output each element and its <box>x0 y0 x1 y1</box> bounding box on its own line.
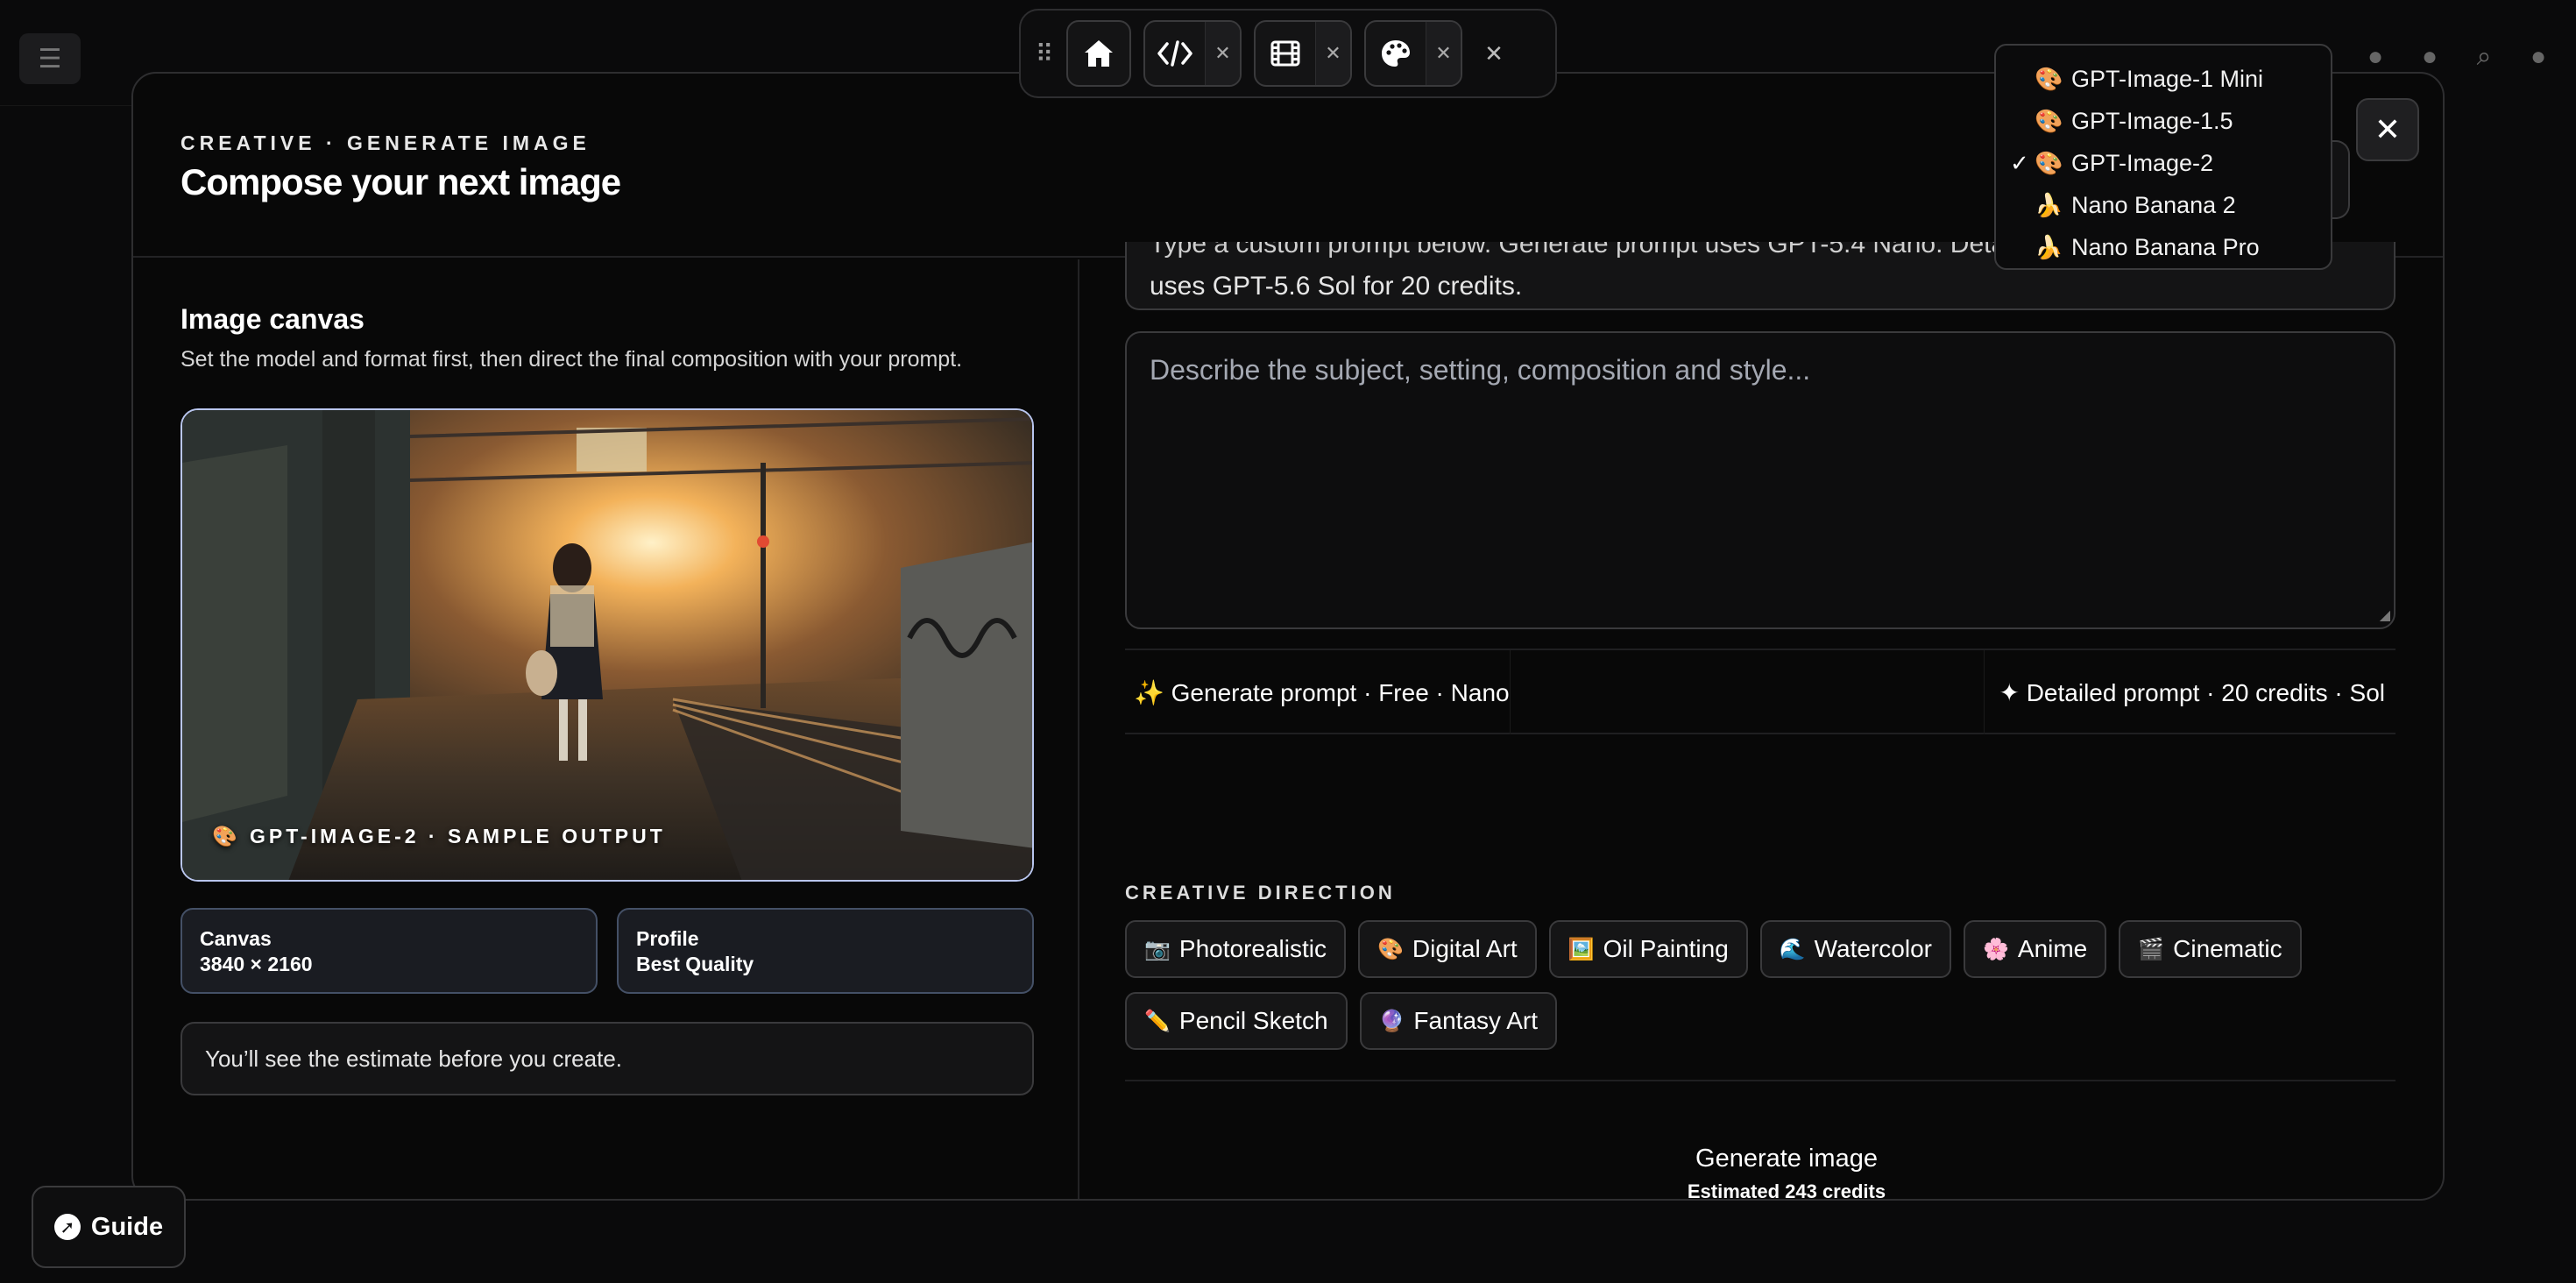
model-option-label: Nano Banana 2 <box>2071 191 2236 218</box>
style-label: Anime <box>2017 935 2088 962</box>
style-cinematic-button[interactable]: 🎬 Cinematic <box>2119 920 2302 978</box>
tab-code[interactable]: ✕ <box>1143 20 1242 87</box>
model-option-selected[interactable]: ✓ 🎨 GPT-Image-2 <box>1996 142 2331 184</box>
film-icon[interactable] <box>1256 22 1315 85</box>
close-icon[interactable]: ✕ <box>1315 22 1350 85</box>
preview-caption: 🎨 GPT-IMAGE-2 · SAMPLE OUTPUT <box>212 825 666 847</box>
style-digital-art-button[interactable]: 🎨 Digital Art <box>1357 920 1537 978</box>
tab-video[interactable]: ✕ <box>1254 20 1352 87</box>
banana-icon: 🍌 <box>2035 233 2063 260</box>
estimated-credits: Estimated 243 credits <box>1687 1180 1886 1201</box>
style-fantasy-art-button[interactable]: 🔮 Fantasy Art <box>1359 992 1558 1050</box>
prompt-placeholder: Describe the subject, setting, compositi… <box>1150 354 1811 386</box>
modal-title: Compose your next image <box>180 161 621 202</box>
style-label: Oil Painting <box>1603 935 1729 962</box>
model-option-label: GPT-Image-1.5 <box>2071 107 2233 134</box>
model-option[interactable]: 🎨 GPT-Image-1.5 <box>1996 100 2331 142</box>
prompt-actions: ✨ Generate prompt · Free · Nano ✦ Detail… <box>1125 649 2396 734</box>
palette-icon: 🎨 <box>1376 937 1404 961</box>
style-anime-button[interactable]: 🌸 Anime <box>1964 920 2107 978</box>
style-label: Digital Art <box>1412 935 1518 962</box>
mic-icon[interactable]: ● <box>2411 39 2448 75</box>
model-option[interactable]: 🎨 GPT-Image-1 Mini <box>1996 58 2331 100</box>
close-icon: ✕ <box>2374 111 2402 147</box>
generate-prompt-button[interactable]: ✨ Generate prompt · Free · Nano <box>1125 650 1511 734</box>
palette-icon: 🎨 <box>2035 65 2063 92</box>
style-label: Watercolor <box>1814 935 1932 962</box>
profile-card[interactable]: Profile Best Quality <box>617 908 1034 994</box>
code-icon[interactable] <box>1145 22 1205 85</box>
guide-label: Guide <box>90 1212 164 1241</box>
canvas-label: Canvas <box>200 927 272 950</box>
model-option[interactable]: 🍌 Nano Banana Pro <box>1996 226 2331 268</box>
menu-icon[interactable]: ☰ <box>19 33 81 84</box>
style-oil-painting-button[interactable]: 🖼️ Oil Painting <box>1548 920 1748 978</box>
tab-toolbar: ⠿ ✕ ✕ ✕ ✕ <box>1019 9 1557 98</box>
creative-direction-label: CREATIVE DIRECTION <box>1125 882 1396 904</box>
banana-icon: 🍌 <box>2035 191 2063 218</box>
palette-icon[interactable] <box>1366 22 1426 85</box>
home-icon[interactable] <box>1068 22 1129 85</box>
crystal-ball-icon: 🔮 <box>1378 1009 1405 1033</box>
top-icons: ● ● ⌕ ● <box>2357 39 2557 75</box>
profile-label: Profile <box>636 927 699 950</box>
detailed-prompt-button[interactable]: ✦ Detailed prompt · 20 credits · Sol <box>1984 650 2396 734</box>
generate-image-button[interactable]: Generate image Estimated 243 credits <box>1537 1145 2036 1201</box>
guide-button[interactable]: ➚ Guide <box>32 1186 186 1268</box>
search-icon[interactable]: ⌕ <box>2466 39 2502 75</box>
background-composer <box>759 1192 1819 1283</box>
section-divider <box>1125 1080 2396 1081</box>
canvas-size-card[interactable]: Canvas 3840 × 2160 <box>180 908 598 994</box>
pencil-icon: ✏️ <box>1144 1009 1171 1033</box>
style-chips-row-2: ✏️ Pencil Sketch 🔮 Fantasy Art <box>1125 992 1558 1050</box>
style-label: Fantasy Art <box>1413 1007 1539 1034</box>
prompt-panel: Type a custom prompt below. Generate pro… <box>1081 242 2443 1201</box>
model-option[interactable]: 🍌 Nano Banana 2 <box>1996 184 2331 226</box>
camera-icon: 📷 <box>1144 937 1171 961</box>
style-pencil-sketch-button[interactable]: ✏️ Pencil Sketch <box>1125 992 1348 1050</box>
prompt-info-line1: Type a custom prompt below. Generate pro… <box>1150 242 2136 259</box>
clapper-icon: 🎬 <box>2138 937 2165 961</box>
model-option-label: GPT-Image-2 <box>2071 149 2214 176</box>
canvas-subtitle: Set the model and format first, then dir… <box>180 347 963 372</box>
sample-output-preview: 🎨 GPT-IMAGE-2 · SAMPLE OUTPUT <box>180 408 1034 882</box>
model-dropdown-menu: 🎨 GPT-Image-1 Mini 🎨 GPT-Image-1.5 ✓ 🎨 GPT-I… <box>1994 44 2332 270</box>
close-toolbar-icon[interactable]: ✕ <box>1475 40 1513 67</box>
close-modal-button[interactable]: ✕ <box>2356 98 2419 161</box>
modal-eyebrow: CREATIVE · GENERATE IMAGE <box>180 131 591 154</box>
style-watercolor-button[interactable]: 🌊 Watercolor <box>1759 920 1951 978</box>
generate-image-label: Generate image <box>1695 1145 1878 1173</box>
palette-icon: 🎨 <box>2035 149 2063 176</box>
wave-icon: 🌊 <box>1779 937 1806 961</box>
blossom-icon: 🌸 <box>1983 937 2009 961</box>
close-icon[interactable]: ✕ <box>1426 22 1461 85</box>
canvas-panel: Image canvas Set the model and format fi… <box>133 259 1079 1199</box>
style-label: Pencil Sketch <box>1178 1007 1328 1034</box>
tab-home[interactable] <box>1066 20 1131 87</box>
check-icon: ✓ <box>2010 149 2029 176</box>
settings-icon[interactable]: ● <box>2520 39 2557 75</box>
style-chips-row-1: 📷 Photorealistic 🎨 Digital Art 🖼️ Oil Paint… <box>1125 920 2302 978</box>
canvas-heading: Image canvas <box>180 303 364 335</box>
prompt-info-line2: uses GPT-5.6 Sol for 20 credits. <box>1150 272 1523 301</box>
profile-value: Best Quality <box>636 953 754 975</box>
pin-icon[interactable]: ● <box>2357 39 2394 75</box>
canvas-value: 3840 × 2160 <box>200 953 313 975</box>
resize-handle-icon[interactable]: ◢ <box>2380 606 2390 624</box>
tab-image[interactable]: ✕ <box>1364 20 1462 87</box>
close-icon[interactable]: ✕ <box>1205 22 1240 85</box>
style-photorealistic-button[interactable]: 📷 Photorealistic <box>1125 920 1346 978</box>
drag-handle-icon[interactable]: ⠿ <box>1033 39 1054 68</box>
compass-icon: ➚ <box>53 1214 81 1240</box>
prompt-input[interactable]: Describe the subject, setting, compositi… <box>1125 331 2396 629</box>
style-label: Cinematic <box>2173 935 2282 962</box>
estimate-note: You’ll see the estimate before you creat… <box>180 1022 1034 1095</box>
framed-picture-icon: 🖼️ <box>1568 937 1595 961</box>
model-option-label: Nano Banana Pro <box>2071 233 2260 260</box>
style-label: Photorealistic <box>1178 935 1327 962</box>
model-option-label: GPT-Image-1 Mini <box>2071 65 2264 92</box>
palette-icon: 🎨 <box>2035 107 2063 134</box>
